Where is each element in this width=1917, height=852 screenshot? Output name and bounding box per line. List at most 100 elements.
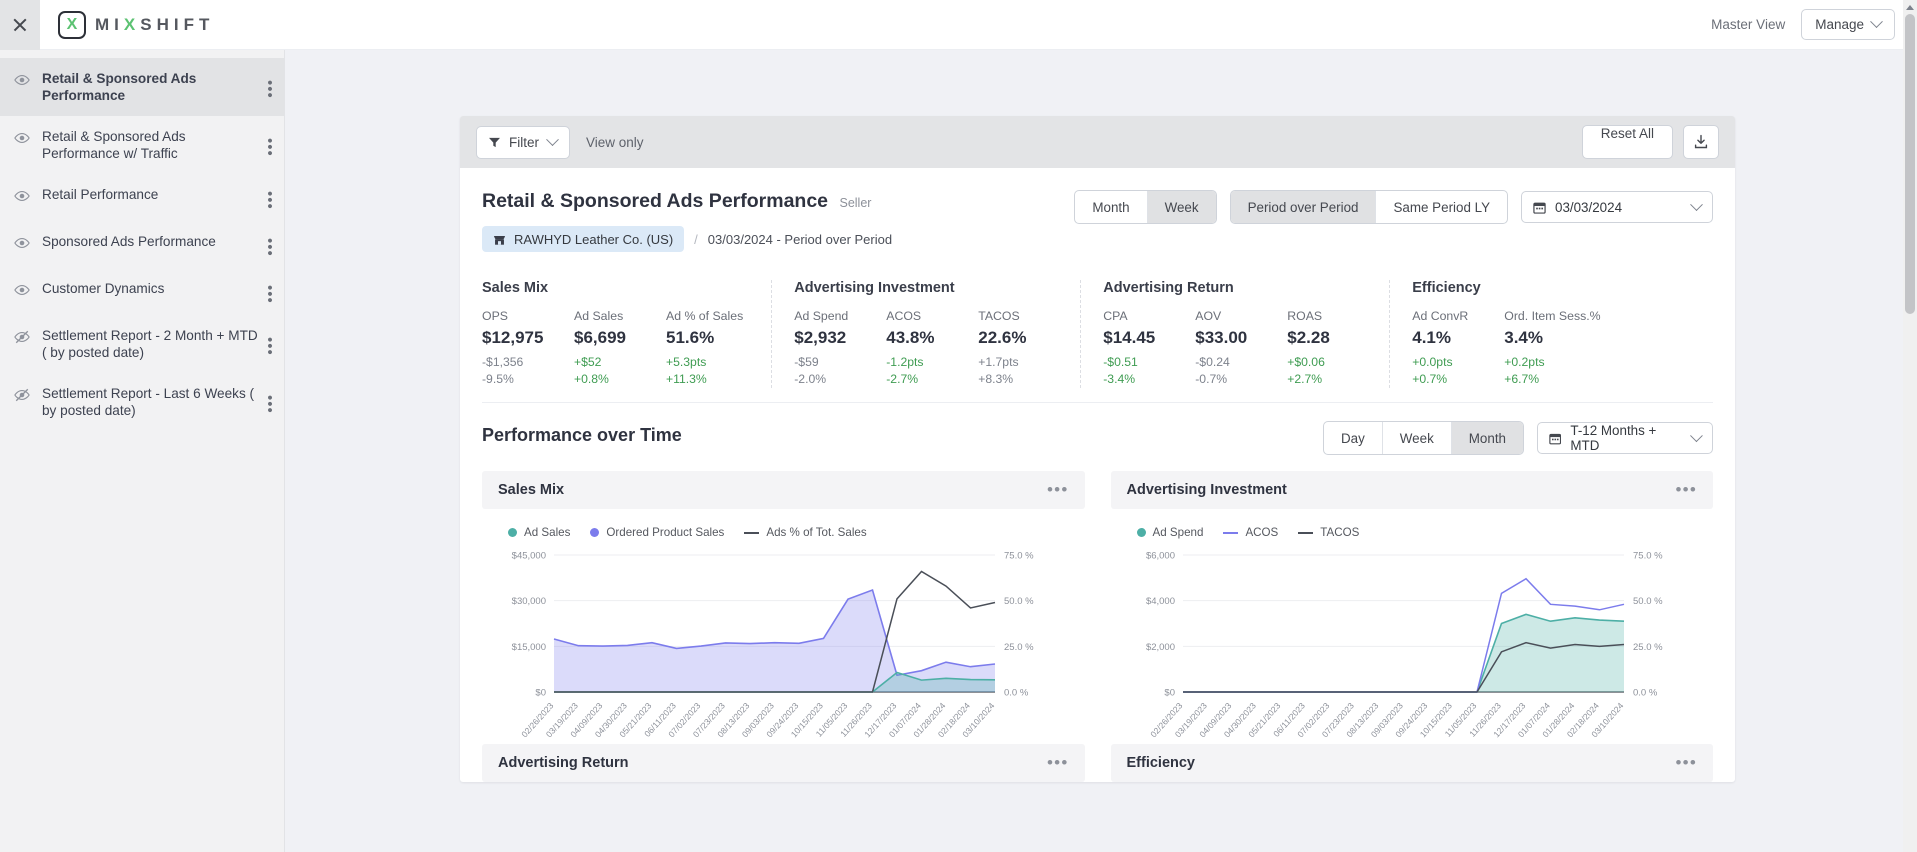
svg-text:$30,000: $30,000	[512, 596, 546, 607]
kpi-label: Ad % of Sales	[666, 309, 744, 323]
chevron-down-icon	[1690, 428, 1703, 442]
date-picker[interactable]: 03/03/2024	[1521, 191, 1713, 223]
sidebar-item-label: Retail & Sponsored Ads Performance	[42, 71, 197, 103]
ellipsis-icon[interactable]: •••	[1676, 481, 1697, 498]
top-bar: X MIXSHIFT Master View Manage	[0, 0, 1917, 50]
sidebar-item-menu[interactable]: •••	[261, 337, 278, 356]
sidebar-item-menu[interactable]: •••	[261, 395, 278, 414]
legend-swatch	[508, 528, 517, 537]
sidebar-item-menu[interactable]: •••	[261, 138, 278, 157]
legend-item-1[interactable]: Ordered Product Sales	[590, 526, 724, 539]
granularity-toggle[interactable]: Month Week	[1074, 190, 1217, 224]
comparison-option-period-over-period[interactable]: Period over Period	[1230, 191, 1377, 223]
kpi-delta-percent: -0.7%	[1195, 372, 1228, 386]
svg-text:$4,000: $4,000	[1145, 596, 1174, 607]
report-toolbar: Filter View only Reset All	[460, 116, 1735, 168]
kpi-delta-absolute: -1.2pts	[886, 355, 924, 369]
ellipsis-icon[interactable]: •••	[1047, 754, 1068, 771]
sidebar-item-1[interactable]: Retail & Sponsored Ads Performance w/ Tr…	[0, 116, 284, 174]
legend-item-0[interactable]: Ad Spend	[1136, 526, 1203, 539]
panel-header: Advertising Return •••	[482, 744, 1085, 782]
chevron-down-icon	[546, 132, 559, 146]
sidebar-item-label: Retail Performance	[42, 187, 159, 202]
granularity-option-month[interactable]: Month	[1075, 191, 1148, 223]
kpi-delta-absolute: +5.3pts	[666, 355, 707, 369]
chart-plot: $0 $15,000 $30,000 $45,000 0.0 % 25.0 % 50.0 %…	[482, 547, 1085, 740]
sidebar-item-menu[interactable]: •••	[261, 191, 278, 210]
sidebar-item-0[interactable]: Retail & Sponsored Ads Performance •••	[0, 58, 284, 116]
legend-label: Ordered Product Sales	[606, 526, 725, 539]
chart-legend: Ad Spend ACOS TACOS	[1111, 509, 1714, 539]
seller-chip[interactable]: RAWHYD Leather Co. (US)	[482, 226, 685, 252]
time-option-month[interactable]: Month	[1451, 422, 1523, 454]
kpi-metrics: CPA $14.45 -$0.51 -3.4% AOV $33.00 -$0.2…	[1103, 309, 1379, 388]
filter-button[interactable]: Filter	[476, 125, 570, 159]
legend-item-1[interactable]: ACOS	[1223, 526, 1278, 539]
page-scrollbar[interactable]	[1903, 0, 1917, 852]
kpi-delta-percent: +2.7%	[1287, 372, 1323, 386]
kpi-metric-3-0: Ad ConvR 4.1% +0.0pts +0.7%	[1412, 309, 1504, 388]
sidebar-item-menu[interactable]: •••	[261, 285, 278, 304]
report-card: Filter View only Reset All Retail & Spon…	[460, 116, 1735, 782]
sidebar-item-2[interactable]: Retail Performance •••	[0, 174, 284, 221]
sidebar-item-6[interactable]: Settlement Report - Last 6 Weeks ( by po…	[0, 373, 284, 431]
sidebar-item-menu[interactable]: •••	[261, 238, 278, 257]
sidebar-item-menu[interactable]: •••	[261, 80, 278, 99]
sidebar-item-4[interactable]: Customer Dynamics •••	[0, 268, 284, 315]
comparison-toggle[interactable]: Period over Period Same Period LY	[1229, 190, 1508, 224]
eye-icon	[14, 188, 30, 209]
kpi-label: ROAS	[1287, 309, 1323, 323]
kpi-delta-percent: +0.7%	[1412, 372, 1448, 386]
breadcrumb-separator: /	[694, 231, 698, 247]
kpi-delta-absolute: +1.7pts	[978, 355, 1019, 369]
chart-legend: Ad Sales Ordered Product Sales Ads % of To…	[482, 509, 1085, 539]
close-button[interactable]	[0, 0, 40, 50]
sidebar-item-label: Customer Dynamics	[42, 281, 165, 296]
granularity-option-week[interactable]: Week	[1147, 191, 1216, 223]
panel-title: Efficiency	[1126, 755, 1196, 771]
legend-item-0[interactable]: Ad Sales	[508, 526, 570, 539]
time-option-day[interactable]: Day	[1324, 422, 1383, 454]
kpi-delta-absolute: -$59	[794, 355, 819, 369]
scroll-up-icon[interactable]	[1906, 5, 1914, 10]
kpi-value: 22.6%	[978, 328, 1027, 347]
ellipsis-icon[interactable]: •••	[1676, 754, 1697, 771]
sidebar-item-label: Sponsored Ads Performance	[42, 234, 216, 249]
view-only-label: View only	[586, 134, 644, 150]
sidebar-item-label: Settlement Report - 2 Month + MTD ( by p…	[42, 328, 258, 360]
kpi-label: OPS	[482, 309, 508, 323]
svg-text:$2,000: $2,000	[1145, 642, 1174, 653]
kpi-metric-2-1: AOV $33.00 -$0.24 -0.7%	[1195, 309, 1287, 388]
performance-over-time-header: Performance over Time Day Week Month T-12 …	[460, 403, 1735, 463]
kpi-delta-percent: +6.7%	[1504, 372, 1540, 386]
manage-button[interactable]: Manage	[1801, 9, 1895, 40]
comparison-option-same-period-ly[interactable]: Same Period LY	[1376, 191, 1507, 223]
range-picker[interactable]: T-12 Months + MTD	[1537, 422, 1713, 454]
kpi-label: Ad Spend	[794, 309, 849, 323]
page-subtitle: Seller	[839, 196, 872, 210]
time-option-week[interactable]: Week	[1383, 422, 1452, 454]
legend-item-2[interactable]: Ads % of Tot. Sales	[744, 526, 867, 539]
filter-label: Filter	[509, 134, 539, 150]
scrollbar-thumb[interactable]	[1905, 14, 1915, 314]
kpi-delta-percent: -3.4%	[1103, 372, 1136, 386]
ellipsis-icon[interactable]: •••	[1047, 481, 1068, 498]
kpi-metric-1-0: Ad Spend $2,932 -$59 -2.0%	[794, 309, 886, 388]
kpi-delta-percent: +0.8%	[574, 372, 609, 386]
sidebar: Retail & Sponsored Ads Performance ••• Re…	[0, 50, 285, 852]
sidebar-item-3[interactable]: Sponsored Ads Performance •••	[0, 221, 284, 268]
kpi-group-title: Sales Mix	[482, 280, 549, 296]
svg-text:0.0 %: 0.0 %	[1633, 688, 1658, 699]
sidebar-item-5[interactable]: Settlement Report - 2 Month + MTD ( by p…	[0, 315, 284, 373]
reset-all-button[interactable]: Reset All	[1581, 125, 1673, 159]
legend-item-2[interactable]: TACOS	[1298, 526, 1359, 539]
master-view-label: Master View	[1711, 17, 1786, 32]
download-button[interactable]	[1683, 125, 1719, 159]
kpi-metric-1-2: TACOS 22.6% +1.7pts +8.3%	[978, 309, 1070, 388]
chart-header: Advertising Investment •••	[1110, 471, 1713, 509]
kpi-metrics: Ad ConvR 4.1% +0.0pts +0.7% Ord. Item Se…	[1412, 309, 1618, 388]
panel-header: Efficiency •••	[1110, 744, 1713, 782]
brand-wordmark: MIXSHIFT	[95, 14, 215, 34]
time-granularity-toggle[interactable]: Day Week Month	[1322, 421, 1524, 455]
kpi-value: 43.8%	[886, 328, 935, 347]
